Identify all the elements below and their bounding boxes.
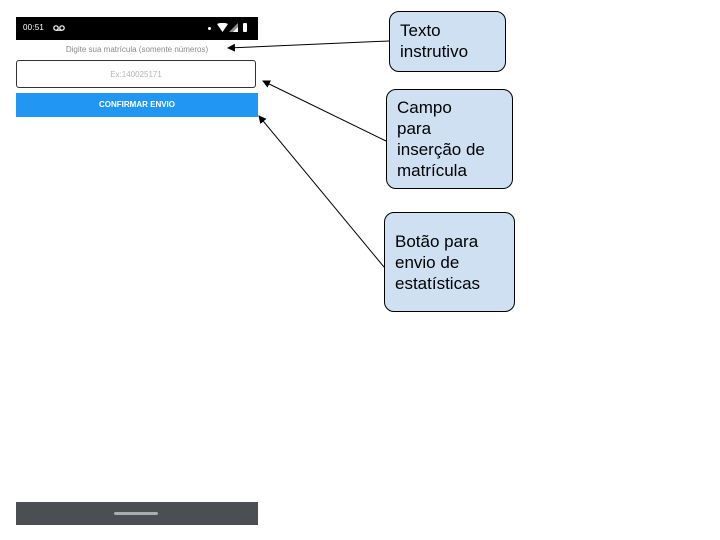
annotated-screenshot: 00:51 Digite sua matrícula (somente núme… [0, 0, 720, 540]
matricula-input[interactable] [16, 60, 256, 88]
confirm-send-button[interactable]: CONFIRMAR ENVIO [16, 93, 258, 117]
battery-icon [243, 23, 247, 32]
callout-instruction-text: Texto instrutivo [389, 11, 506, 72]
wifi-icon [217, 23, 228, 32]
status-time: 00:51 [23, 23, 45, 32]
phone-screen: 00:51 Digite sua matrícula (somente núme… [16, 17, 258, 525]
arrow-to-input [262, 80, 387, 142]
signal-icon [229, 23, 238, 32]
instruction-text: Digite sua matrícula (somente números) [65, 45, 209, 54]
dot-icon [208, 27, 211, 30]
status-bar: 00:51 [16, 17, 258, 40]
callout-send-button: Botão para envio de estatísticas [384, 212, 515, 312]
voicemail-icon [53, 25, 65, 31]
navigation-bar [16, 502, 258, 525]
arrow-to-button [258, 115, 385, 268]
home-indicator[interactable] [114, 512, 158, 515]
callout-input-field: Campo para inserção de matrícula [386, 89, 513, 189]
